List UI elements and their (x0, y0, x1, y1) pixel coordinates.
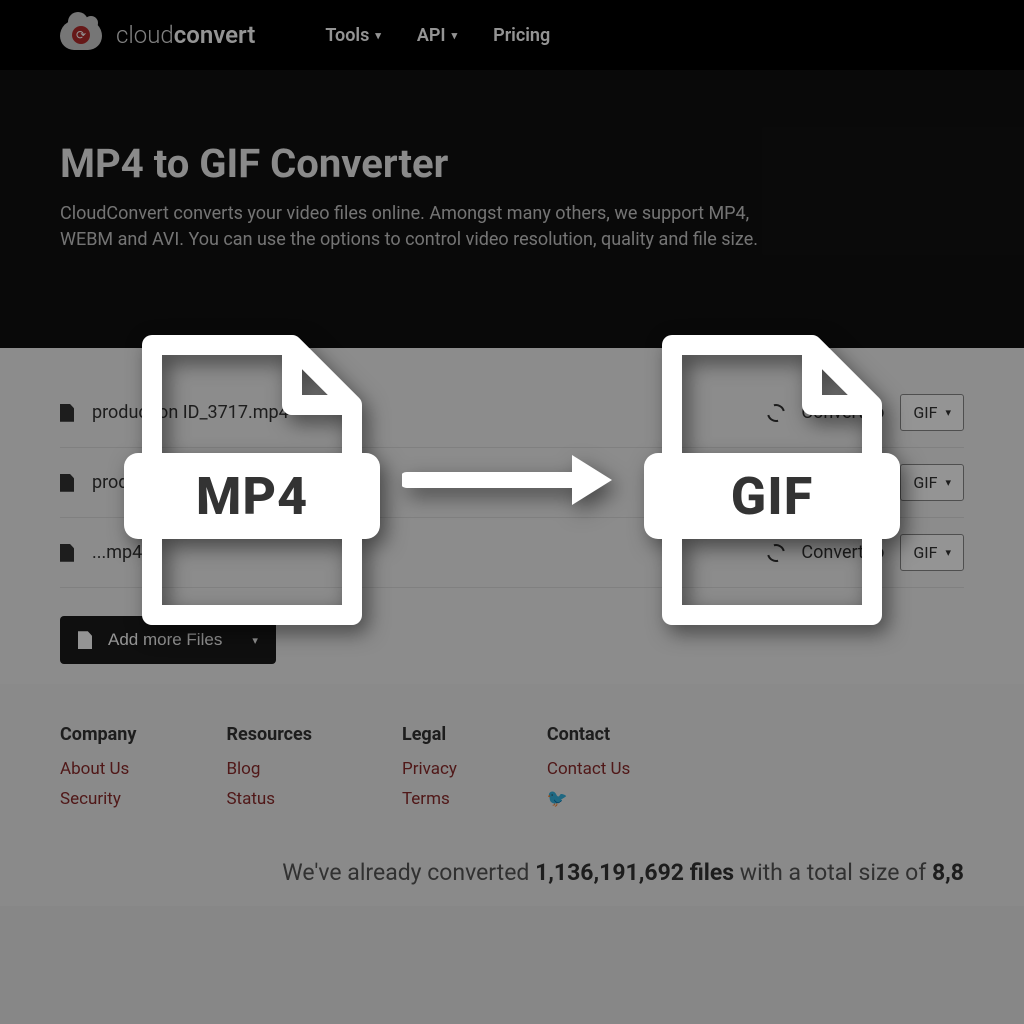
target-file-icon: GIF (662, 335, 882, 625)
source-format-label: MP4 (124, 453, 380, 539)
conversion-graphic: MP4 GIF (0, 335, 1024, 625)
source-file-icon: MP4 (142, 335, 362, 625)
target-format-label: GIF (644, 453, 900, 539)
arrow-right-icon (402, 445, 622, 515)
